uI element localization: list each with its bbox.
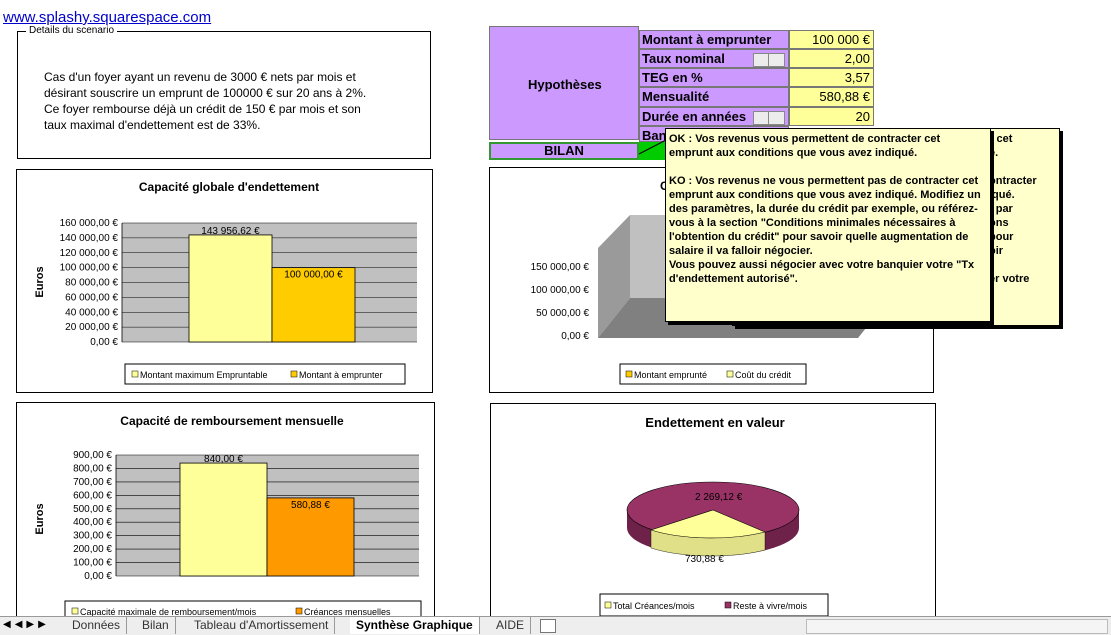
row-duree-value[interactable]: 20: [789, 107, 874, 126]
chart2-ylabel: Euros: [34, 503, 46, 534]
chart-capacite-globale-svg: Capacité globale d'endettement 0,00 € 20 …: [34, 180, 417, 385]
website-link[interactable]: www.splashy.squarespace.com: [3, 9, 211, 26]
row-montant-value[interactable]: 100 000 €: [789, 30, 874, 49]
row-montant-label: Montant à emprunter: [639, 30, 789, 49]
chart3-legend-swatch-2: [726, 370, 734, 378]
row-taux-value[interactable]: 2,00: [789, 49, 874, 68]
c2-ytick-label: 500,00 €: [73, 504, 112, 515]
row-mensualite-value: 580,88 €: [789, 87, 874, 107]
c2-bar-label-1: 840,00 €: [204, 454, 243, 465]
popup-ko-text: KO : Vos revenus ne vous permettent pas …: [669, 175, 981, 257]
c1-bar-label-1: 143 956,62 €: [201, 226, 260, 237]
c1-ytick-label: 40 000,00 €: [65, 307, 118, 318]
chart1-legend-swatch-1: [131, 370, 139, 378]
chart1-ylabel: Euros: [34, 266, 46, 297]
chart2-legend-swatch-1: [71, 607, 79, 615]
c1-ytick-label: 120 000,00 €: [60, 248, 119, 259]
new-sheet-icon[interactable]: [540, 619, 556, 633]
scenario-line-4: taux maximal d'endettement est de 33%.: [44, 118, 261, 132]
c2-ytick-label: 300,00 €: [73, 531, 112, 542]
chart3-legend-swatch-1: [625, 370, 633, 378]
c1-ytick-label: 0,00 €: [90, 337, 118, 348]
c1-ytick-label: 160 000,00 €: [60, 218, 119, 229]
chart2-legend-swatch-2: [295, 607, 303, 615]
scenario-panel: Details du scenario Cas d'un foyer ayant…: [17, 25, 431, 159]
c3-ytick-label: 0,00 €: [561, 331, 589, 342]
popup-arrow: [638, 139, 667, 155]
tab-aide[interactable]: AIDE: [490, 617, 532, 634]
chart4-legend-swatch-1: [604, 601, 612, 609]
chart3-legend-label-2: Coût du crédit: [735, 370, 792, 380]
c2-ytick-label: 800,00 €: [73, 463, 112, 474]
sheet-tab-bar: ◀◀▶▶ Données Bilan Tableau d'Amortisseme…: [0, 616, 1111, 635]
comment-popup: OK : Vos revenus vous permettent de cont…: [665, 128, 991, 322]
duree-spinner[interactable]: [753, 111, 785, 125]
pie-label-creances: 730,88 €: [685, 554, 724, 565]
tab-scroll-arrows[interactable]: ◀◀▶▶: [3, 619, 50, 630]
chart1-legend-label-2: Montant à emprunter: [299, 370, 383, 380]
chart4-title: Endettement en valeur: [645, 415, 784, 430]
chart1-title: Capacité globale d'endettement: [139, 180, 319, 194]
scenario-line-1: Cas d'un foyer ayant un revenu de 3000 €…: [44, 70, 356, 84]
tab-synthese[interactable]: Synthèse Graphique: [350, 617, 480, 634]
chart-remboursement-svg: Capacité de remboursement mensuelle 0,00…: [34, 414, 422, 624]
c1-ytick-label: 80 000,00 €: [65, 278, 118, 289]
chart-endettement-valeur-svg: Endettement en valeur 2 269,12 € 730,88 …: [599, 415, 829, 617]
chart-endettement-valeur: Endettement en valeur 2 269,12 € 730,88 …: [490, 403, 936, 623]
c2-ytick-label: 0,00 €: [84, 571, 112, 582]
chart2-title: Capacité de remboursement mensuelle: [120, 414, 344, 428]
c1-bar-1: [188, 234, 273, 343]
c2-ytick-label: 100,00 €: [73, 558, 112, 569]
row-mensualite-label: Mensualité: [639, 87, 789, 107]
c2-ytick-label: 200,00 €: [73, 544, 112, 555]
c3-ytick-label: 100 000,00 €: [531, 285, 590, 296]
chart4-legend-label-1: Total Créances/mois: [613, 601, 695, 611]
tab-donnees[interactable]: Données: [66, 617, 128, 634]
row-teg-label: TEG en %: [639, 68, 789, 87]
tab-amortissement[interactable]: Tableau d'Amortissement: [188, 617, 336, 634]
horizontal-scrollbar[interactable]: [806, 619, 1108, 634]
c2-ytick-label: 400,00 €: [73, 517, 112, 528]
chart-capacite-globale: Capacité globale d'endettement 0,00 € 20 …: [16, 169, 433, 393]
chart3-legend-label-1: Montant emprunté: [634, 370, 707, 380]
popup-ok-text: OK : Vos revenus vous permettent de cont…: [669, 133, 941, 159]
pie-label-reste: 2 269,12 €: [695, 492, 743, 503]
chart4-legend-label-2: Reste à vivre/mois: [733, 601, 808, 611]
c1-bar-label-2: 100 000,00 €: [284, 270, 343, 281]
c2-bar-label-2: 580,88 €: [291, 500, 330, 511]
hypotheses-label: Hypothèses: [489, 26, 639, 140]
c1-ytick-label: 60 000,00 €: [65, 292, 118, 303]
scenario-line-3: Ce foyer rembourse déjà un crédit de 150…: [44, 102, 361, 116]
chart1-legend-label-1: Montant maximum Empruntable: [140, 370, 268, 380]
scenario-title: Details du scenario: [26, 25, 118, 36]
chart4-legend-swatch-2: [724, 601, 732, 609]
chart1-legend-swatch-2: [290, 370, 298, 378]
c1-ytick-label: 140 000,00 €: [60, 233, 119, 244]
row-teg-value: 3,57: [789, 68, 874, 87]
c2-ytick-label: 600,00 €: [73, 490, 112, 501]
c3-ytick-label: 50 000,00 €: [536, 308, 589, 319]
popup-extra-text: Vous pouvez aussi négocier avec votre ba…: [669, 259, 975, 285]
taux-spinner[interactable]: [753, 53, 785, 67]
tab-bilan[interactable]: Bilan: [136, 617, 176, 634]
scenario-line-2: désirant souscrire un emprunt de 100000 …: [44, 86, 367, 100]
c1-ytick-label: 100 000,00 €: [60, 263, 119, 274]
c2-ytick-label: 900,00 €: [73, 450, 112, 461]
bilan-cell[interactable]: BILAN: [489, 142, 639, 160]
c2-bar-1: [179, 462, 268, 577]
c3-ytick-label: 150 000,00 €: [531, 262, 590, 273]
c2-ytick-label: 700,00 €: [73, 477, 112, 488]
chart-remboursement: Capacité de remboursement mensuelle 0,00…: [16, 402, 435, 624]
c1-ytick-label: 20 000,00 €: [65, 322, 118, 333]
